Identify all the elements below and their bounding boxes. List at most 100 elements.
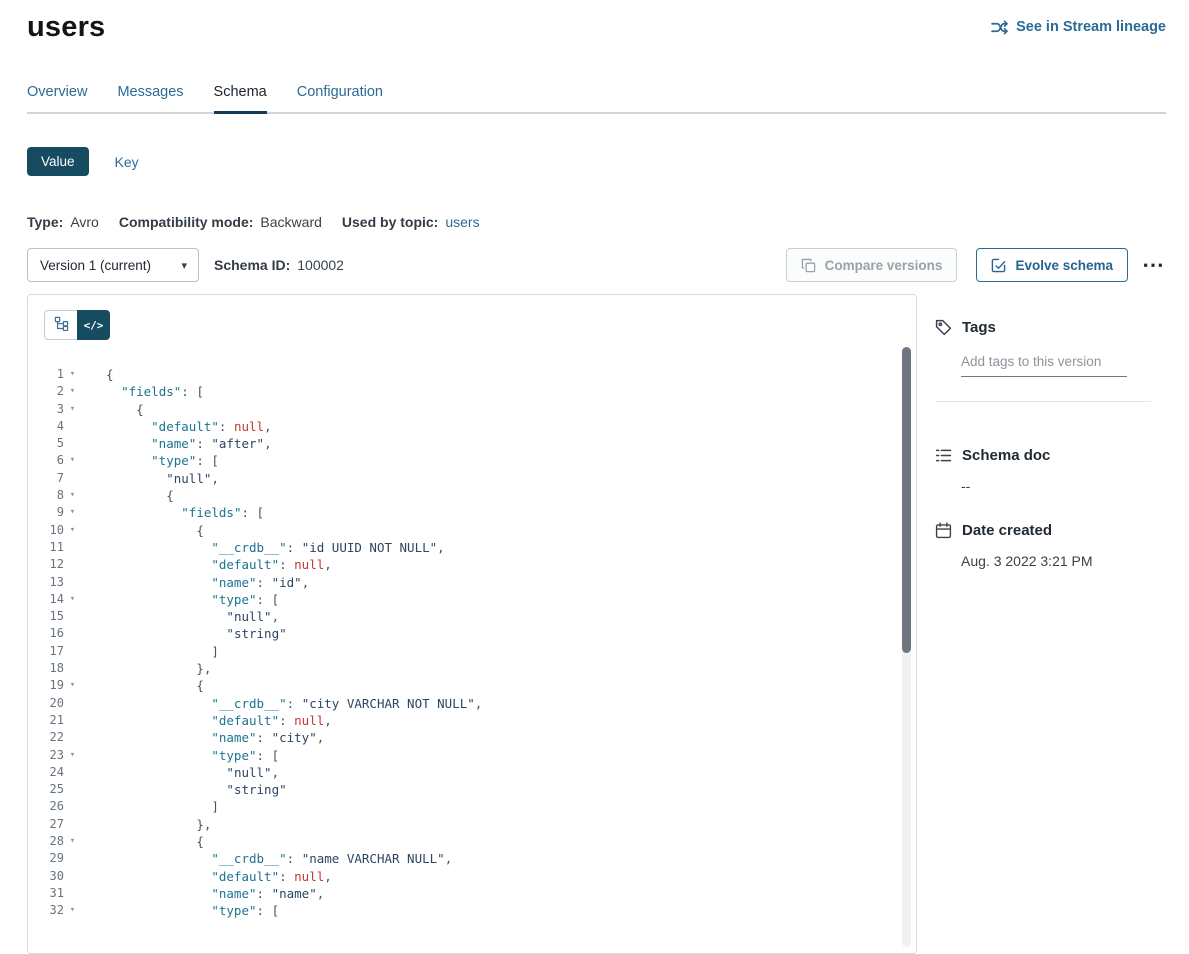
schema-id-label: Schema ID: xyxy=(214,257,290,273)
line-number: 15 xyxy=(28,608,64,625)
calendar-icon xyxy=(935,522,952,539)
evolve-schema-button[interactable]: Evolve schema xyxy=(976,248,1128,282)
tree-icon xyxy=(54,316,69,334)
collapse-caret-icon[interactable]: ▾ xyxy=(64,401,81,418)
code-text: "name": "name", xyxy=(106,885,324,902)
collapse-caret-icon[interactable]: ▾ xyxy=(64,383,81,400)
code-line: 26 ] xyxy=(28,798,916,815)
code-text: "string" xyxy=(106,625,287,642)
code-text: "type": [ xyxy=(106,747,279,764)
tab-overview[interactable]: Overview xyxy=(27,84,87,112)
code-line: 9▾ "fields": [ xyxy=(28,504,916,521)
schema-id-value: 100002 xyxy=(297,257,344,273)
code-text: { xyxy=(106,833,204,850)
code-text: }, xyxy=(106,660,211,677)
code-line: 25 "string" xyxy=(28,781,916,798)
scrollbar-track[interactable] xyxy=(902,347,911,947)
tags-input[interactable] xyxy=(961,352,1127,377)
code-text: "__crdb__": "city VARCHAR NOT NULL", xyxy=(106,695,482,712)
collapse-caret-icon[interactable]: ▾ xyxy=(64,833,81,850)
collapse-caret-icon[interactable]: ▾ xyxy=(64,677,81,694)
code-text: { xyxy=(106,522,204,539)
collapse-caret-icon[interactable]: ▾ xyxy=(64,902,81,919)
line-number: 7 xyxy=(28,470,64,487)
line-number: 31 xyxy=(28,885,64,902)
version-toolbar: Version 1 (current) ▾ Schema ID: 100002 … xyxy=(27,248,1166,282)
code-text: "default": null, xyxy=(106,556,332,573)
caret-spacer xyxy=(64,470,81,487)
line-number: 28 xyxy=(28,833,64,850)
line-number: 30 xyxy=(28,868,64,885)
caret-spacer xyxy=(64,868,81,885)
schema-code-panel: </> 1▾{2▾ "fields": [3▾ {4 "default": nu… xyxy=(27,294,917,954)
code-line: 1▾{ xyxy=(28,366,916,383)
collapse-caret-icon[interactable]: ▾ xyxy=(64,591,81,608)
edit-icon xyxy=(991,258,1006,273)
caret-spacer xyxy=(64,729,81,746)
caret-spacer xyxy=(64,850,81,867)
more-options-button[interactable]: ⋯ xyxy=(1140,254,1166,276)
line-number: 23 xyxy=(28,747,64,764)
code-text: "__crdb__": "id UUID NOT NULL", xyxy=(106,539,445,556)
code-line: 29 "__crdb__": "name VARCHAR NULL", xyxy=(28,850,916,867)
code-text: "default": null, xyxy=(106,418,272,435)
collapse-caret-icon[interactable]: ▾ xyxy=(64,452,81,469)
scrollbar-thumb[interactable] xyxy=(902,347,911,653)
code-text: ] xyxy=(106,798,219,815)
collapse-caret-icon[interactable]: ▾ xyxy=(64,747,81,764)
line-number: 6 xyxy=(28,452,64,469)
line-number: 29 xyxy=(28,850,64,867)
line-number: 26 xyxy=(28,798,64,815)
key-toggle-button[interactable]: Key xyxy=(115,154,139,170)
line-number: 22 xyxy=(28,729,64,746)
code-text: }, xyxy=(106,816,211,833)
version-select[interactable]: Version 1 (current) ▾ xyxy=(27,248,199,282)
line-number: 3 xyxy=(28,401,64,418)
schema-doc-title: Schema doc xyxy=(962,447,1050,464)
code-line: 17 ] xyxy=(28,643,916,660)
caret-spacer xyxy=(64,712,81,729)
line-number: 10 xyxy=(28,522,64,539)
code-line: 21 "default": null, xyxy=(28,712,916,729)
code-line: 28▾ { xyxy=(28,833,916,850)
tree-view-button[interactable] xyxy=(44,310,77,340)
tab-configuration[interactable]: Configuration xyxy=(297,84,383,112)
evolve-schema-label: Evolve schema xyxy=(1015,258,1113,273)
tab-messages[interactable]: Messages xyxy=(117,84,183,112)
tab-schema[interactable]: Schema xyxy=(214,84,267,112)
line-number: 4 xyxy=(28,418,64,435)
compare-versions-button[interactable]: Compare versions xyxy=(786,248,958,282)
schema-page: users See in Stream lineage Overview Mes… xyxy=(0,0,1189,954)
collapse-caret-icon[interactable]: ▾ xyxy=(64,487,81,504)
schema-meta: Type: Avro Compatibility mode: Backward … xyxy=(27,214,1166,230)
topic-link[interactable]: users xyxy=(445,214,479,230)
collapse-caret-icon[interactable]: ▾ xyxy=(64,366,81,383)
code-line: 6▾ "type": [ xyxy=(28,452,916,469)
code-line: 8▾ { xyxy=(28,487,916,504)
caret-spacer xyxy=(64,418,81,435)
code-line: 15 "null", xyxy=(28,608,916,625)
caret-spacer xyxy=(64,574,81,591)
compare-icon xyxy=(801,258,816,273)
date-created-value: Aug. 3 2022 3:21 PM xyxy=(961,553,1165,569)
value-toggle-button[interactable]: Value xyxy=(27,147,89,176)
line-number: 21 xyxy=(28,712,64,729)
line-number: 12 xyxy=(28,556,64,573)
code-text: "fields": [ xyxy=(106,504,264,521)
line-number: 19 xyxy=(28,677,64,694)
type-value: Avro xyxy=(70,214,99,230)
stream-lineage-link[interactable]: See in Stream lineage xyxy=(991,19,1166,36)
code-text: "default": null, xyxy=(106,868,332,885)
code-line: 24 "null", xyxy=(28,764,916,781)
code-text: { xyxy=(106,677,204,694)
version-select-value: Version 1 (current) xyxy=(40,258,151,273)
page-header: users See in Stream lineage xyxy=(27,0,1166,46)
code-view-button[interactable]: </> xyxy=(77,310,110,340)
code-text: "fields": [ xyxy=(106,383,204,400)
tags-title: Tags xyxy=(962,319,996,336)
code-line: 16 "string" xyxy=(28,625,916,642)
line-number: 14 xyxy=(28,591,64,608)
code-text: { xyxy=(106,366,114,383)
collapse-caret-icon[interactable]: ▾ xyxy=(64,522,81,539)
collapse-caret-icon[interactable]: ▾ xyxy=(64,504,81,521)
